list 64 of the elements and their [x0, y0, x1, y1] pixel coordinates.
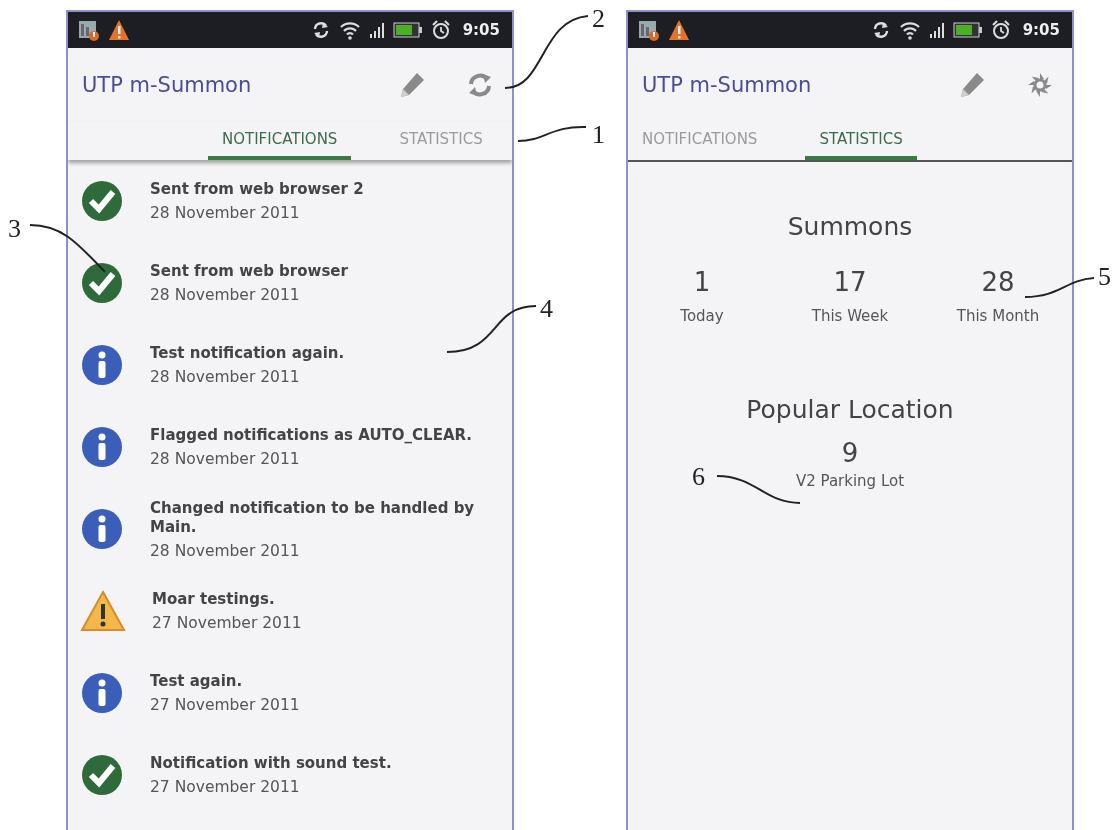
notification-date: 27 November 2011: [152, 613, 303, 632]
notification-date: 28 November 2011: [150, 203, 301, 222]
info-icon: [80, 671, 124, 715]
callout-number: 3: [8, 214, 21, 244]
tab[interactable]: NOTIFICATIONS: [208, 122, 352, 160]
count-value: 28: [981, 267, 1015, 297]
alarm-clock-icon: [990, 20, 1011, 40]
pencil-icon[interactable]: [398, 71, 426, 99]
app-title: UTP m-Summon: [82, 73, 252, 97]
battery-icon: [392, 22, 423, 38]
notification-title: Changed notification to be handled by Main.: [150, 498, 476, 538]
checkmark-icon: [80, 179, 124, 223]
clock-time: 9:05: [1022, 21, 1060, 39]
notification-date: 28 November 2011: [150, 541, 301, 560]
app-title: UTP m-Summon: [642, 73, 812, 97]
callout-number: 4: [540, 294, 553, 324]
pencil-icon[interactable]: [958, 71, 986, 99]
spinner-icon: [1026, 71, 1054, 99]
notification-title: Sent from web browser 2: [150, 180, 365, 200]
count-value: 1: [693, 267, 711, 297]
warning-icon: [668, 19, 690, 41]
warning-icon: [80, 589, 126, 633]
notification-title: Test notification again.: [150, 344, 346, 364]
notification-date: 28 November 2011: [150, 449, 301, 468]
signal-icon: [368, 21, 385, 39]
info-icon: [80, 507, 124, 551]
count-label: This Week: [811, 307, 889, 325]
notification-title: Sent from web browser: [150, 262, 349, 282]
wifi-icon: [898, 20, 921, 40]
notification-title: Notification with sound test.: [150, 754, 393, 774]
wifi-icon: [338, 20, 361, 40]
count-value: 17: [833, 267, 867, 297]
signal-icon: [928, 21, 945, 39]
info-icon: [80, 343, 124, 387]
clock-time: 9:05: [462, 21, 500, 39]
notification-date: 28 November 2011: [150, 285, 301, 304]
count-value: 9: [841, 438, 859, 468]
checkmark-icon: [80, 261, 124, 305]
warning-icon: [108, 19, 130, 41]
location-name: V2 Parking Lot: [795, 472, 905, 490]
notification-title: Moar testings.: [152, 590, 276, 610]
callout-number: 1: [592, 120, 605, 150]
callout-number: 2: [592, 4, 605, 34]
leader-line: [1024, 277, 1095, 298]
notification-title: Test again.: [150, 672, 244, 692]
notification-date: 28 November 2011: [150, 367, 301, 386]
leader-line: [517, 126, 587, 142]
count-label: Today: [680, 307, 724, 325]
refresh-icon[interactable]: [466, 71, 494, 99]
checkmark-icon: [80, 753, 124, 797]
notification-date: 27 November 2011: [150, 695, 301, 714]
count-label: This Month: [956, 307, 1040, 325]
section-heading: Popular Location: [746, 395, 954, 424]
section-heading: Summons: [787, 212, 913, 241]
info-icon: [80, 425, 124, 469]
callout-number: 5: [1098, 262, 1111, 292]
alarm-clock-icon: [430, 20, 451, 40]
notification-date: 27 November 2011: [150, 777, 301, 796]
tab[interactable]: STATISTICS: [805, 122, 917, 160]
notification-title: Flagged notifications as AUTO_CLEAR.: [150, 426, 474, 446]
gallery-alert-icon: [78, 19, 100, 41]
battery-icon: [952, 22, 983, 38]
gallery-alert-icon: [638, 19, 660, 41]
callout-number: 6: [692, 462, 705, 492]
